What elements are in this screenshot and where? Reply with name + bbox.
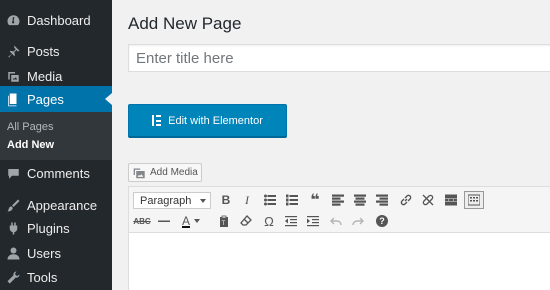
comments-icon <box>2 166 24 181</box>
sidebar-item-tools[interactable]: Tools <box>0 264 112 290</box>
sidebar-item-label: Plugins <box>27 220 70 236</box>
editor-content-area[interactable] <box>129 234 550 290</box>
elementor-button-label: Edit with Elementor <box>168 114 263 127</box>
format-select-value: Paragraph <box>140 194 192 207</box>
edit-with-elementor-button[interactable]: Edit with Elementor <box>128 104 287 137</box>
sidebar-item-comments[interactable]: Comments <box>0 160 112 186</box>
editor-toolbar: Paragraph B I ❝ ABC A T Ω ? <box>129 187 550 233</box>
submenu-item-all-pages[interactable]: All Pages <box>7 121 53 133</box>
sidebar-item-posts[interactable]: Posts <box>0 38 112 64</box>
sidebar-item-pages[interactable]: Pages <box>0 86 112 112</box>
align-right-icon[interactable] <box>372 191 392 209</box>
text-color-dropdown[interactable] <box>191 212 203 230</box>
sidebar-item-label: Posts <box>27 43 60 59</box>
indent-icon[interactable] <box>303 212 323 230</box>
admin-sidebar: Dashboard Posts Media Pages All Pages Ad… <box>0 0 112 290</box>
pin-icon <box>2 44 24 59</box>
media-icon <box>2 69 24 84</box>
outdent-icon[interactable] <box>281 212 301 230</box>
add-media-button[interactable]: Add Media <box>128 163 202 182</box>
undo-icon[interactable] <box>326 212 346 230</box>
blockquote-icon[interactable]: ❝ <box>305 191 325 209</box>
dashboard-icon <box>2 13 24 28</box>
sidebar-item-label: Appearance <box>27 197 98 213</box>
align-center-icon[interactable] <box>350 191 370 209</box>
page-title: Add New Page <box>128 14 242 33</box>
paintbrush-icon <box>2 198 24 213</box>
sidebar-item-label: Users <box>27 245 61 261</box>
toolbar-toggle-icon[interactable] <box>464 191 484 209</box>
unlink-icon[interactable] <box>418 191 438 209</box>
post-title-input[interactable] <box>128 44 550 72</box>
pages-submenu: All Pages Add New <box>0 112 112 160</box>
plugin-icon <box>2 221 24 236</box>
sidebar-item-label: Dashboard <box>27 12 91 28</box>
sidebar-item-label: Media <box>27 68 63 84</box>
paste-text-icon[interactable]: T <box>214 212 234 230</box>
strikethrough-icon[interactable]: ABC <box>132 212 152 230</box>
link-icon[interactable] <box>396 191 416 209</box>
numbered-list-icon[interactable] <box>282 191 302 209</box>
horizontal-line-icon[interactable] <box>154 212 174 230</box>
sidebar-item-label: Comments <box>27 165 90 181</box>
elementor-icon <box>152 115 162 126</box>
add-media-label: Add Media <box>150 167 198 178</box>
bullet-list-icon[interactable] <box>260 191 280 209</box>
sidebar-item-label: Tools <box>27 269 58 285</box>
chevron-down-icon <box>200 199 206 203</box>
users-icon <box>2 246 24 261</box>
read-more-icon[interactable] <box>441 191 461 209</box>
clear-formatting-icon[interactable] <box>236 212 256 230</box>
help-icon[interactable]: ? <box>372 212 392 230</box>
sidebar-item-users[interactable]: Users <box>0 240 112 266</box>
pages-icon <box>2 92 24 107</box>
svg-text:T: T <box>222 221 226 227</box>
special-character-icon[interactable]: Ω <box>259 212 279 230</box>
sidebar-item-dashboard[interactable]: Dashboard <box>0 7 112 33</box>
sidebar-item-label: Pages <box>27 91 64 107</box>
redo-icon[interactable] <box>348 212 368 230</box>
italic-icon[interactable]: I <box>237 191 257 209</box>
format-select[interactable]: Paragraph <box>133 192 211 209</box>
sidebar-item-plugins[interactable]: Plugins <box>0 215 112 241</box>
align-left-icon[interactable] <box>328 191 348 209</box>
media-icon <box>133 167 145 178</box>
submenu-item-add-new[interactable]: Add New <box>7 139 54 151</box>
wrench-icon <box>2 270 24 285</box>
content-editor: Paragraph B I ❝ ABC A T Ω ? <box>128 186 550 290</box>
bold-icon[interactable]: B <box>216 191 236 209</box>
